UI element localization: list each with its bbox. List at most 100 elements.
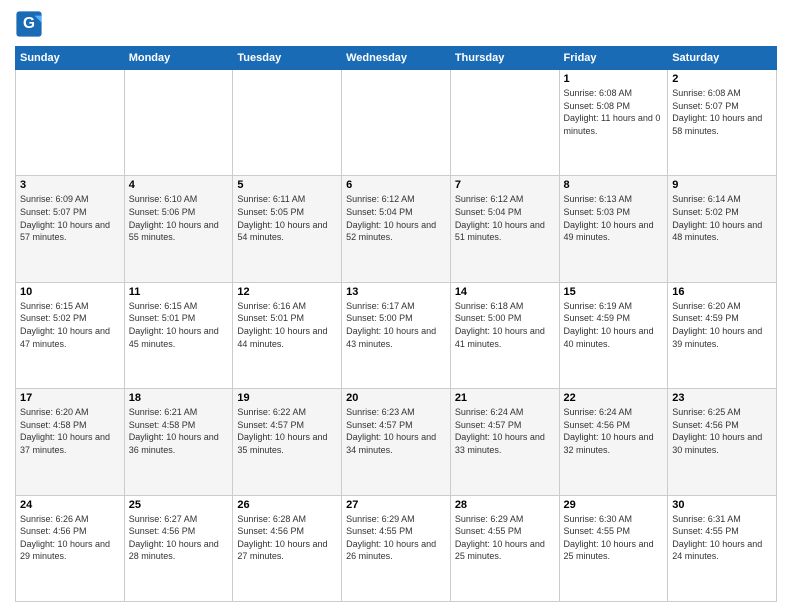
day-cell: 18 Sunrise: 6:21 AM Sunset: 4:58 PM Dayli… [124,389,233,495]
day-number: 4 [129,179,229,191]
day-info: Sunrise: 6:29 AM Sunset: 4:55 PM Dayligh… [346,513,446,563]
calendar-page: G SundayMondayTuesdayWednesdayThursdayFr… [0,0,792,612]
day-info: Sunrise: 6:21 AM Sunset: 4:58 PM Dayligh… [129,406,229,456]
day-number: 17 [20,392,120,404]
weekday-tuesday: Tuesday [233,47,342,70]
weekday-friday: Friday [559,47,668,70]
day-number: 27 [346,499,446,511]
day-cell: 29 Sunrise: 6:30 AM Sunset: 4:55 PM Dayli… [559,495,668,601]
day-info: Sunrise: 6:22 AM Sunset: 4:57 PM Dayligh… [237,406,337,456]
weekday-wednesday: Wednesday [342,47,451,70]
day-info: Sunrise: 6:08 AM Sunset: 5:07 PM Dayligh… [672,87,772,137]
day-cell: 5 Sunrise: 6:11 AM Sunset: 5:05 PM Daylig… [233,176,342,282]
day-cell [450,70,559,176]
day-number: 26 [237,499,337,511]
day-cell [16,70,125,176]
day-cell: 11 Sunrise: 6:15 AM Sunset: 5:01 PM Dayli… [124,282,233,388]
svg-text:G: G [23,15,35,32]
day-info: Sunrise: 6:29 AM Sunset: 4:55 PM Dayligh… [455,513,555,563]
day-number: 9 [672,179,772,191]
day-number: 22 [564,392,664,404]
week-row-1: 1 Sunrise: 6:08 AM Sunset: 5:08 PM Daylig… [16,70,777,176]
day-info: Sunrise: 6:20 AM Sunset: 4:59 PM Dayligh… [672,300,772,350]
day-number: 14 [455,286,555,298]
day-info: Sunrise: 6:08 AM Sunset: 5:08 PM Dayligh… [564,87,664,137]
day-info: Sunrise: 6:24 AM Sunset: 4:56 PM Dayligh… [564,406,664,456]
day-cell: 10 Sunrise: 6:15 AM Sunset: 5:02 PM Dayli… [16,282,125,388]
day-info: Sunrise: 6:16 AM Sunset: 5:01 PM Dayligh… [237,300,337,350]
day-cell: 21Sunrise: 6:24 AM Sunset: 4:57 PM Dayli… [450,389,559,495]
day-cell: 23 Sunrise: 6:25 AM Sunset: 4:56 PM Dayli… [668,389,777,495]
weekday-monday: Monday [124,47,233,70]
day-number: 25 [129,499,229,511]
day-info: Sunrise: 6:30 AM Sunset: 4:55 PM Dayligh… [564,513,664,563]
day-info: Sunrise: 6:25 AM Sunset: 4:56 PM Dayligh… [672,406,772,456]
week-row-4: 17 Sunrise: 6:20 AM Sunset: 4:58 PM Dayli… [16,389,777,495]
day-info: Sunrise: 6:12 AM Sunset: 5:04 PM Dayligh… [346,193,446,243]
day-cell: 22 Sunrise: 6:24 AM Sunset: 4:56 PM Dayli… [559,389,668,495]
day-info: Sunrise: 6:15 AM Sunset: 5:02 PM Dayligh… [20,300,120,350]
day-info: Sunrise: 6:23 AM Sunset: 4:57 PM Dayligh… [346,406,446,456]
day-cell: 30Sunrise: 6:31 AM Sunset: 4:55 PM Dayli… [668,495,777,601]
day-cell: 14 Sunrise: 6:18 AM Sunset: 5:00 PM Dayli… [450,282,559,388]
day-number: 21 [455,392,555,404]
day-cell: 17 Sunrise: 6:20 AM Sunset: 4:58 PM Dayli… [16,389,125,495]
day-cell: 2 Sunrise: 6:08 AM Sunset: 5:07 PM Daylig… [668,70,777,176]
weekday-thursday: Thursday [450,47,559,70]
day-number: 24 [20,499,120,511]
day-cell: 25 Sunrise: 6:27 AM Sunset: 4:56 PM Dayli… [124,495,233,601]
day-cell: 16 Sunrise: 6:20 AM Sunset: 4:59 PM Dayli… [668,282,777,388]
day-number: 2 [672,73,772,85]
day-info: Sunrise: 6:27 AM Sunset: 4:56 PM Dayligh… [129,513,229,563]
day-number: 11 [129,286,229,298]
day-cell: 4Sunrise: 6:10 AM Sunset: 5:06 PM Daylig… [124,176,233,282]
weekday-sunday: Sunday [16,47,125,70]
day-cell: 26 Sunrise: 6:28 AM Sunset: 4:56 PM Dayli… [233,495,342,601]
day-number: 23 [672,392,772,404]
day-cell: 27 Sunrise: 6:29 AM Sunset: 4:55 PM Dayli… [342,495,451,601]
day-cell: 15 Sunrise: 6:19 AM Sunset: 4:59 PM Dayli… [559,282,668,388]
day-cell: 8 Sunrise: 6:13 AM Sunset: 5:03 PM Daylig… [559,176,668,282]
week-row-3: 10 Sunrise: 6:15 AM Sunset: 5:02 PM Dayli… [16,282,777,388]
day-number: 12 [237,286,337,298]
day-info: Sunrise: 6:18 AM Sunset: 5:00 PM Dayligh… [455,300,555,350]
day-info: Sunrise: 6:13 AM Sunset: 5:03 PM Dayligh… [564,193,664,243]
day-number: 7 [455,179,555,191]
week-row-5: 24 Sunrise: 6:26 AM Sunset: 4:56 PM Dayli… [16,495,777,601]
day-info: Sunrise: 6:20 AM Sunset: 4:58 PM Dayligh… [20,406,120,456]
day-info: Sunrise: 6:09 AM Sunset: 5:07 PM Dayligh… [20,193,120,243]
day-number: 18 [129,392,229,404]
day-number: 6 [346,179,446,191]
day-cell: 6 Sunrise: 6:12 AM Sunset: 5:04 PM Daylig… [342,176,451,282]
day-info: Sunrise: 6:12 AM Sunset: 5:04 PM Dayligh… [455,193,555,243]
day-cell: 12 Sunrise: 6:16 AM Sunset: 5:01 PM Dayli… [233,282,342,388]
day-number: 28 [455,499,555,511]
day-info: Sunrise: 6:28 AM Sunset: 4:56 PM Dayligh… [237,513,337,563]
day-cell [233,70,342,176]
day-number: 1 [564,73,664,85]
header: G [15,10,777,38]
day-info: Sunrise: 6:11 AM Sunset: 5:05 PM Dayligh… [237,193,337,243]
day-number: 29 [564,499,664,511]
day-number: 15 [564,286,664,298]
day-info: Sunrise: 6:15 AM Sunset: 5:01 PM Dayligh… [129,300,229,350]
day-number: 3 [20,179,120,191]
day-info: Sunrise: 6:19 AM Sunset: 4:59 PM Dayligh… [564,300,664,350]
day-number: 5 [237,179,337,191]
day-number: 19 [237,392,337,404]
weekday-saturday: Saturday [668,47,777,70]
day-number: 8 [564,179,664,191]
day-number: 10 [20,286,120,298]
day-cell: 7 Sunrise: 6:12 AM Sunset: 5:04 PM Daylig… [450,176,559,282]
calendar-table: SundayMondayTuesdayWednesdayThursdayFrid… [15,46,777,602]
day-cell: 24 Sunrise: 6:26 AM Sunset: 4:56 PM Dayli… [16,495,125,601]
day-info: Sunrise: 6:14 AM Sunset: 5:02 PM Dayligh… [672,193,772,243]
logo-icon: G [15,10,43,38]
day-cell: 13Sunrise: 6:17 AM Sunset: 5:00 PM Dayli… [342,282,451,388]
day-cell: 1 Sunrise: 6:08 AM Sunset: 5:08 PM Daylig… [559,70,668,176]
day-cell: 20Sunrise: 6:23 AM Sunset: 4:57 PM Dayli… [342,389,451,495]
logo: G [15,10,45,38]
day-info: Sunrise: 6:26 AM Sunset: 4:56 PM Dayligh… [20,513,120,563]
day-cell [342,70,451,176]
day-number: 16 [672,286,772,298]
